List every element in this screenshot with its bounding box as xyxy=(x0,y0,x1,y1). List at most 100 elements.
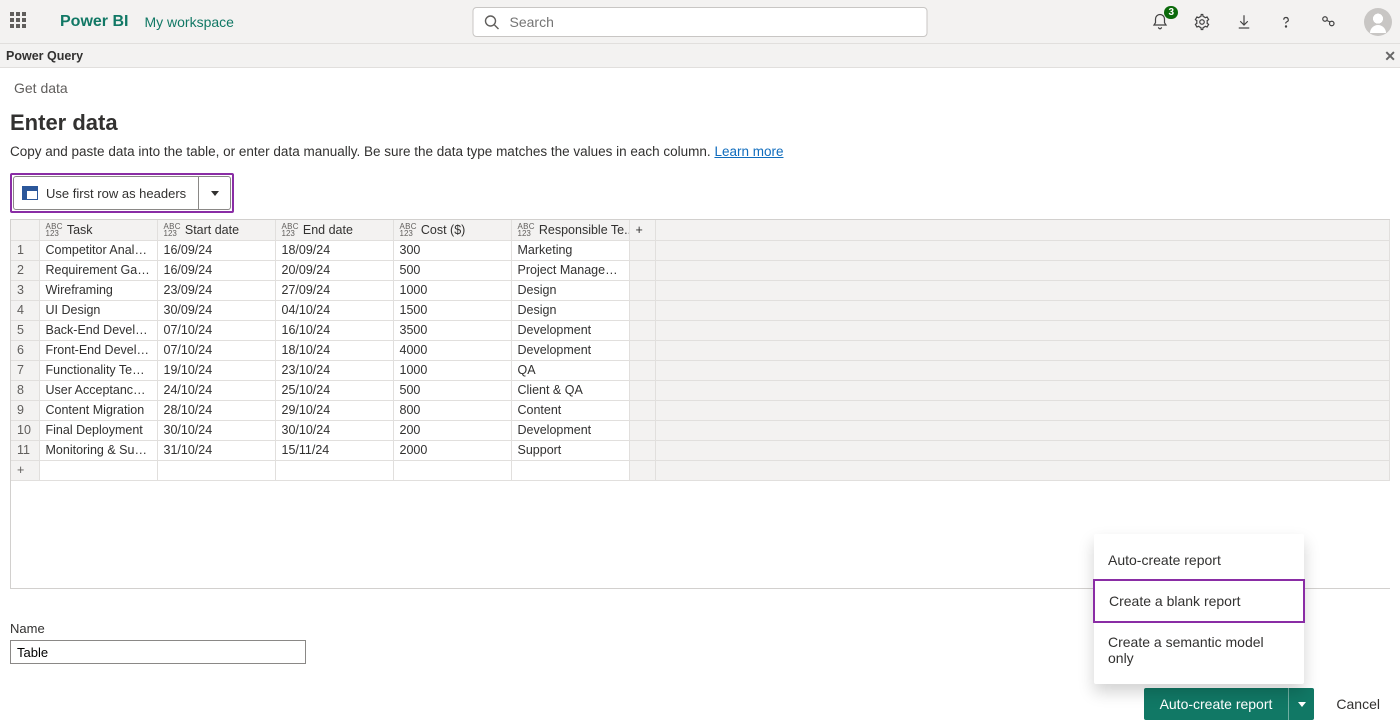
data-cell[interactable]: 500 xyxy=(393,260,511,280)
data-cell[interactable]: 30/10/24 xyxy=(275,420,393,440)
search-input[interactable] xyxy=(508,13,917,31)
data-cell[interactable]: 24/10/24 xyxy=(157,380,275,400)
data-cell[interactable]: Back-End Develop... xyxy=(39,320,157,340)
help-icon[interactable] xyxy=(1276,12,1296,32)
table-row[interactable]: 6Front-End Develop...07/10/2418/10/24400… xyxy=(11,340,1390,360)
table-row[interactable]: 7Functionality Testing19/10/2423/10/2410… xyxy=(11,360,1390,380)
data-cell[interactable]: 1000 xyxy=(393,360,511,380)
global-search[interactable] xyxy=(473,7,928,37)
table-row[interactable]: 10Final Deployment30/10/2430/10/24200Dev… xyxy=(11,420,1390,440)
data-cell[interactable]: Development xyxy=(511,320,629,340)
add-row-button[interactable]: + xyxy=(11,460,1390,480)
data-cell[interactable]: Project Management xyxy=(511,260,629,280)
data-cell[interactable]: 19/10/24 xyxy=(157,360,275,380)
data-cell[interactable]: 31/10/24 xyxy=(157,440,275,460)
data-cell[interactable]: Wireframing xyxy=(39,280,157,300)
data-cell[interactable]: User Acceptance T... xyxy=(39,380,157,400)
column-header[interactable]: ABC123Start date xyxy=(157,220,275,240)
column-header[interactable]: ABC123Responsible Te... xyxy=(511,220,629,240)
data-cell[interactable]: 16/09/24 xyxy=(157,260,275,280)
data-cell[interactable]: 18/10/24 xyxy=(275,340,393,360)
column-header[interactable]: ABC123Task xyxy=(39,220,157,240)
data-cell[interactable]: Support xyxy=(511,440,629,460)
row-number-cell: 4 xyxy=(11,300,39,320)
data-cell[interactable]: 1000 xyxy=(393,280,511,300)
table-row[interactable]: 11Monitoring & Support31/10/2415/11/2420… xyxy=(11,440,1390,460)
auto-create-report-dropdown[interactable] xyxy=(1288,688,1314,720)
data-cell[interactable]: 800 xyxy=(393,400,511,420)
data-cell[interactable]: 30/09/24 xyxy=(157,300,275,320)
data-cell[interactable]: Final Deployment xyxy=(39,420,157,440)
data-cell[interactable]: 16/09/24 xyxy=(157,240,275,260)
data-cell[interactable]: 23/10/24 xyxy=(275,360,393,380)
table-row[interactable]: 8User Acceptance T...24/10/2425/10/24500… xyxy=(11,380,1390,400)
menu-item-blank-report[interactable]: Create a blank report xyxy=(1093,579,1305,623)
data-cell[interactable]: 28/10/24 xyxy=(157,400,275,420)
data-cell[interactable]: 18/09/24 xyxy=(275,240,393,260)
column-header[interactable]: ABC123Cost ($) xyxy=(393,220,511,240)
menu-item-auto-create[interactable]: Auto-create report xyxy=(1094,540,1304,580)
use-first-row-dropdown[interactable] xyxy=(199,176,231,210)
data-cell[interactable]: Front-End Develop... xyxy=(39,340,157,360)
table-row[interactable]: 2Requirement Gathe...16/09/2420/09/24500… xyxy=(11,260,1390,280)
data-cell[interactable]: 16/10/24 xyxy=(275,320,393,340)
data-cell[interactable]: Content xyxy=(511,400,629,420)
row-rest-cell xyxy=(655,440,1390,460)
data-cell[interactable]: 25/10/24 xyxy=(275,380,393,400)
settings-icon[interactable] xyxy=(1192,12,1212,32)
data-cell[interactable]: 23/09/24 xyxy=(157,280,275,300)
data-cell[interactable]: 3500 xyxy=(393,320,511,340)
close-icon[interactable]: ✕ xyxy=(1384,48,1396,65)
data-cell[interactable]: Functionality Testing xyxy=(39,360,157,380)
data-cell[interactable]: 15/11/24 xyxy=(275,440,393,460)
table-row[interactable]: 9Content Migration28/10/2429/10/24800Con… xyxy=(11,400,1390,420)
data-cell[interactable]: 07/10/24 xyxy=(157,320,275,340)
table-name-input[interactable] xyxy=(10,640,306,664)
auto-create-report-button[interactable]: Auto-create report xyxy=(1144,688,1289,720)
data-cell[interactable]: Monitoring & Support xyxy=(39,440,157,460)
data-cell[interactable]: 27/09/24 xyxy=(275,280,393,300)
data-cell[interactable]: Development xyxy=(511,420,629,440)
data-cell[interactable]: 29/10/24 xyxy=(275,400,393,420)
data-cell[interactable]: Content Migration xyxy=(39,400,157,420)
workspace-name[interactable]: My workspace xyxy=(144,14,233,30)
use-first-row-as-headers-button[interactable]: Use first row as headers xyxy=(13,176,231,210)
add-row-plus[interactable]: + xyxy=(11,460,39,480)
data-cell[interactable]: 500 xyxy=(393,380,511,400)
learn-more-link[interactable]: Learn more xyxy=(714,144,783,159)
feedback-icon[interactable] xyxy=(1318,12,1338,32)
app-launcher-icon[interactable] xyxy=(10,12,30,32)
data-cell[interactable]: Competitor Analysis xyxy=(39,240,157,260)
data-cell[interactable]: 1500 xyxy=(393,300,511,320)
data-cell[interactable]: 2000 xyxy=(393,440,511,460)
data-cell[interactable]: 20/09/24 xyxy=(275,260,393,280)
data-cell[interactable]: Development xyxy=(511,340,629,360)
data-cell[interactable]: 07/10/24 xyxy=(157,340,275,360)
menu-item-semantic-model[interactable]: Create a semantic model only xyxy=(1094,622,1304,678)
data-cell[interactable]: QA xyxy=(511,360,629,380)
data-cell[interactable]: Design xyxy=(511,300,629,320)
table-row[interactable]: 4UI Design30/09/2404/10/241500Design xyxy=(11,300,1390,320)
data-cell[interactable]: Marketing xyxy=(511,240,629,260)
data-cell[interactable]: Design xyxy=(511,280,629,300)
data-cell[interactable]: Client & QA xyxy=(511,380,629,400)
column-header[interactable]: ABC123End date xyxy=(275,220,393,240)
data-cell[interactable]: 300 xyxy=(393,240,511,260)
add-column-button[interactable]: + xyxy=(629,220,655,240)
data-cell[interactable]: UI Design xyxy=(39,300,157,320)
data-cell[interactable]: Requirement Gathe... xyxy=(39,260,157,280)
data-cell[interactable]: 200 xyxy=(393,420,511,440)
data-cell[interactable]: 04/10/24 xyxy=(275,300,393,320)
cancel-button[interactable]: Cancel xyxy=(1332,690,1384,718)
table-row[interactable]: 3Wireframing23/09/2427/09/241000Design xyxy=(11,280,1390,300)
notifications-icon[interactable]: 3 xyxy=(1150,12,1170,32)
use-first-row-main[interactable]: Use first row as headers xyxy=(13,176,199,210)
page-description-text: Copy and paste data into the table, or e… xyxy=(10,144,714,159)
breadcrumb[interactable]: Get data xyxy=(14,80,1390,96)
download-icon[interactable] xyxy=(1234,12,1254,32)
table-row[interactable]: 5Back-End Develop...07/10/2416/10/243500… xyxy=(11,320,1390,340)
data-cell[interactable]: 30/10/24 xyxy=(157,420,275,440)
account-avatar[interactable] xyxy=(1364,8,1392,36)
data-cell[interactable]: 4000 xyxy=(393,340,511,360)
table-row[interactable]: 1Competitor Analysis16/09/2418/09/24300M… xyxy=(11,240,1390,260)
